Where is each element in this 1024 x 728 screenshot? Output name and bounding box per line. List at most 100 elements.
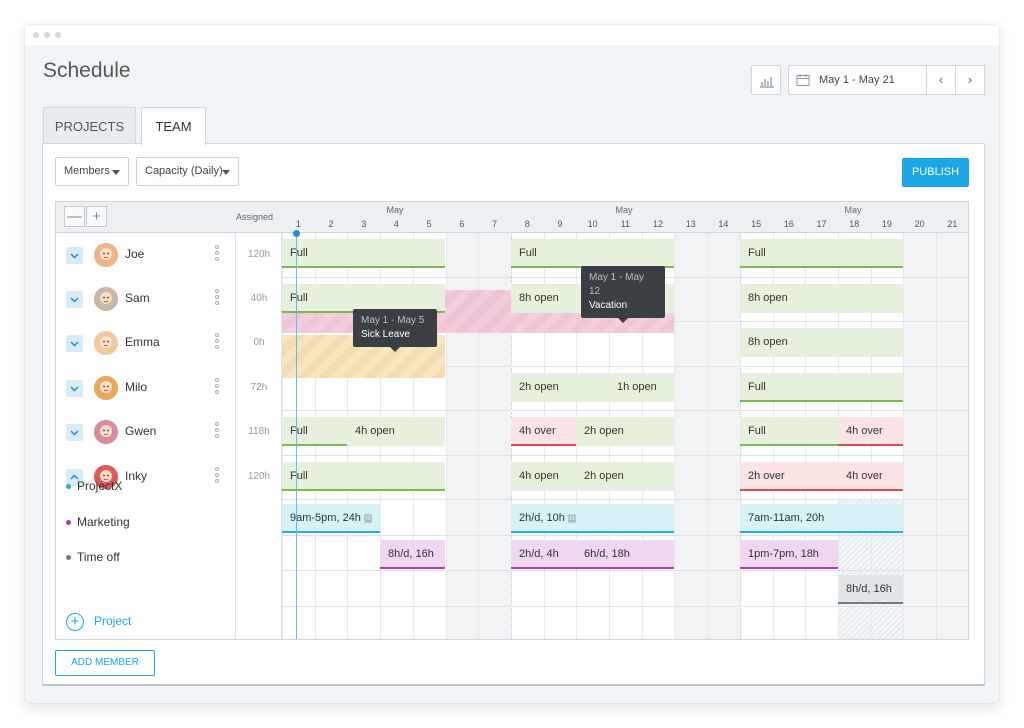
assigned-hours: 40h [250,293,268,304]
avatar-face-icon [94,331,118,355]
avatar-face-icon [94,376,118,400]
chart-button[interactable] [751,65,781,95]
day-number: 11 [620,219,631,229]
allocation-bar[interactable]: 4h open [511,462,576,491]
month-label: May [386,205,404,215]
allocation-bar[interactable]: 1h open [609,373,674,402]
project-bar[interactable]: 8h/d, 16h [380,540,445,569]
day-number: 9 [557,219,563,229]
avatar [94,243,118,267]
project-bar[interactable]: 2h/d, 10h [511,504,674,533]
add-project-button[interactable]: + Project [66,613,131,631]
plus-circle-icon: + [66,613,84,631]
expand-toggle[interactable] [66,247,83,264]
month-label: May [615,205,633,215]
drag-handle-icon[interactable] [215,245,219,263]
allocation-bar[interactable]: 4h over [511,417,576,446]
member-name: Milo [125,380,148,394]
date-range-picker[interactable]: May 1 - May 21 [788,65,927,95]
allocation-bar[interactable]: 4h open [347,417,445,446]
member-name: Inky [125,469,148,483]
window-dot [33,32,39,38]
expand-toggle[interactable] [66,380,83,397]
allocation-bar[interactable]: Full [282,239,445,268]
drag-handle-icon[interactable] [215,422,219,440]
schedule-grid: — + Assigned May May May 1 2 3 4 5 6 7 8 9 10 11 12… [55,201,969,640]
members-dropdown[interactable]: Members [55,157,129,186]
tab-team[interactable]: TEAM [141,107,206,146]
allocation-bar[interactable]: Full [740,239,903,268]
project-bar[interactable]: 7am-11am, 20h [740,504,903,533]
next-range-button[interactable]: › [955,65,985,95]
capacity-dropdown[interactable]: Capacity (Daily) [136,157,239,186]
project-bar[interactable]: 1pm-7pm, 18h [740,540,838,569]
notes-icon [568,514,576,522]
date-range-text: May 1 - May 21 [819,74,895,86]
day-number: 4 [393,219,399,229]
window-titlebar [25,25,999,45]
expand-all-button[interactable]: + [86,206,107,227]
allocation-bar[interactable]: 2h open [511,373,609,402]
project-bar[interactable]: 2h/d, 4h [511,540,576,569]
caret-down-icon [222,170,230,175]
capacity-dropdown-label: Capacity (Daily) [145,165,223,177]
expand-toggle[interactable] [66,335,83,352]
timeoff-bar[interactable]: 8h/d, 16h [838,575,903,604]
day-number: 17 [816,219,827,229]
expand-toggle[interactable] [66,291,83,308]
page-title: Schedule [43,59,131,82]
chevron-down-icon [70,430,79,436]
assigned-header: Assigned [236,212,274,222]
tab-projects[interactable]: PROJECTS [43,107,136,145]
expand-toggle[interactable] [66,424,83,441]
project-label-projectx: ProjectX [66,479,122,493]
assigned-hours: 0h [253,337,265,348]
project-bar[interactable]: 6h/d, 18h [576,540,674,569]
allocation-bar[interactable]: Full [282,417,347,446]
drag-handle-icon[interactable] [215,378,219,396]
allocation-bar[interactable]: 2h over [740,462,838,491]
avatar-face-icon [94,287,118,311]
publish-button[interactable]: PUBLISH [902,158,969,187]
drag-handle-icon[interactable] [215,467,219,485]
day-number: 13 [685,219,696,229]
avatar [94,376,118,400]
day-number: 19 [881,219,892,229]
day-number: 5 [426,219,432,229]
today-line [296,233,297,639]
collapse-all-button[interactable]: — [64,206,85,227]
day-number: 15 [751,219,762,229]
project-label-timeoff: Time off [66,550,120,564]
allocation-bar[interactable]: Full [282,462,445,491]
allocation-bar[interactable]: Full [511,239,674,268]
allocation-bar[interactable]: 8h open [740,328,903,357]
allocation-bar[interactable]: 2h open [576,462,674,491]
add-member-button[interactable]: ADD MEMBER [55,650,155,676]
project-dot [66,484,71,490]
day-column [445,202,479,639]
drag-handle-icon[interactable] [215,333,219,351]
day-column [707,202,740,639]
allocation-bar[interactable]: 4h over [838,417,903,446]
allocation-bar[interactable]: 4h over [838,462,903,491]
allocation-bar[interactable]: 8h open [740,284,903,313]
allocation-bar[interactable]: Full [740,373,903,402]
bar-chart-icon [760,77,774,88]
avatar [94,331,118,355]
allocation-bar[interactable]: 2h open [576,417,674,446]
prev-range-button[interactable]: ‹ [926,65,956,95]
member-name: Emma [125,335,160,349]
month-label: May [844,205,862,215]
tooltip-dates: May 1 - May 12 [589,272,645,297]
project-label-marketing: Marketing [66,515,130,529]
project-bar-label: 2h/d, 10h [519,512,565,524]
day-column [936,202,968,639]
member-name: Joe [125,247,145,261]
allocation-bar[interactable]: Full [740,417,838,446]
assigned-hours: 118h [248,426,270,437]
tooltip-label: Sick Leave [361,329,410,340]
chevron-down-icon [70,253,79,259]
today-marker [293,230,300,237]
project-name: Time off [77,550,120,564]
drag-handle-icon[interactable] [215,289,219,307]
